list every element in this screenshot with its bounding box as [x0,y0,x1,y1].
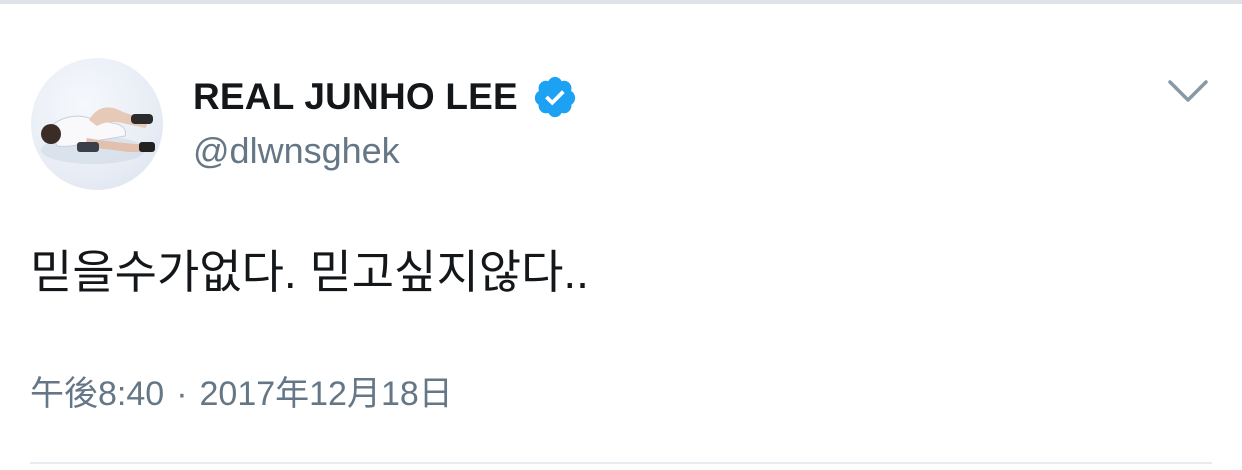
display-name-text: REAL JUNHO LEE [193,76,518,117]
tweet-menu-button[interactable] [1162,70,1214,114]
tweet-time: 午後8:40 [30,375,165,413]
user-handle[interactable]: @dlwnsghek [193,130,400,172]
tweet-timestamp[interactable]: 午後8:40 · 2017年12月18日 [30,370,453,418]
avatar[interactable] [31,58,163,190]
verified-badge-icon [534,76,576,118]
chevron-down-icon [1168,80,1208,102]
top-divider [0,0,1242,4]
tweet-date: 2017年12月18日 [199,375,453,413]
tweet-text: 믿을수가없다. 믿고싶지않다.. [30,246,589,298]
display-name[interactable]: REAL JUNHO LEE [193,74,578,120]
bottom-divider [30,462,1212,464]
meta-separator: · [176,375,188,413]
profile-photo-icon [41,107,155,164]
